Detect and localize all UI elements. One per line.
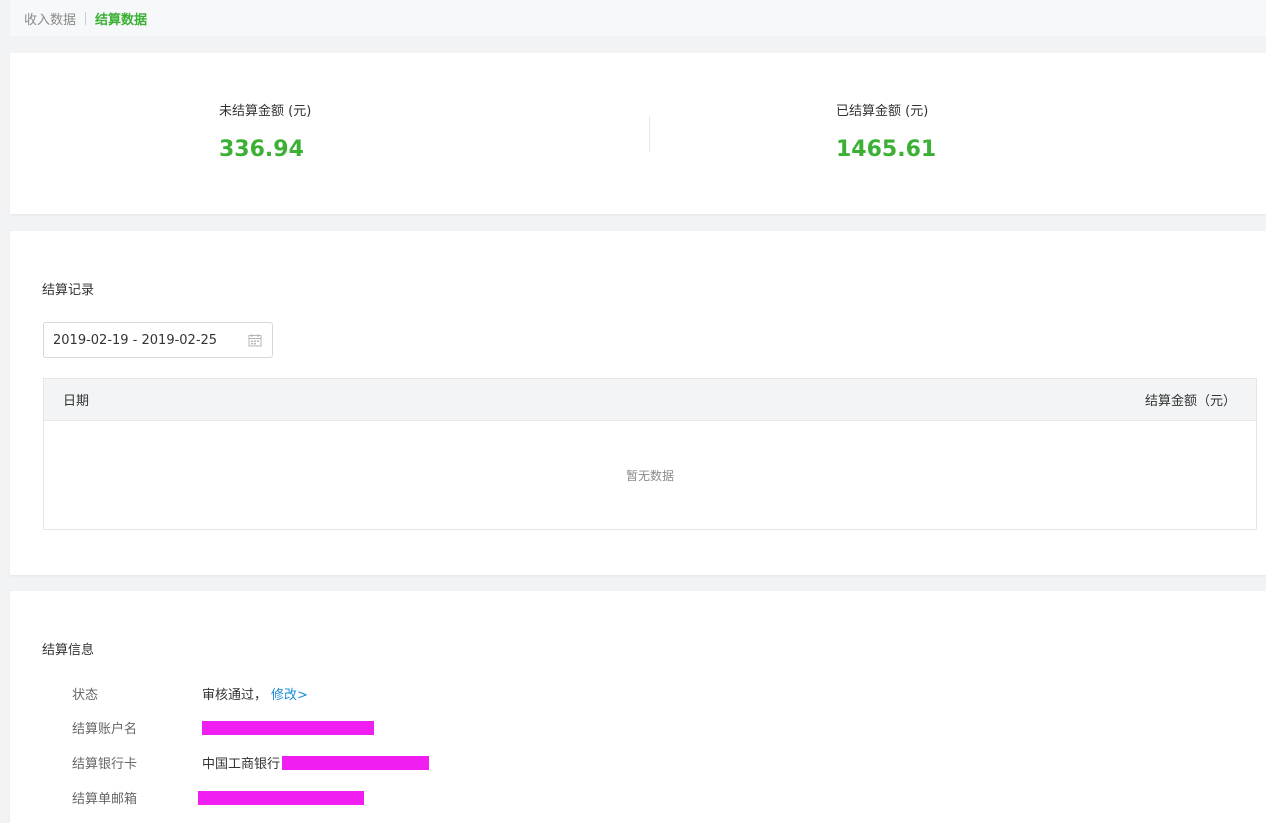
info-row-status: 状态 审核通过， 修改> bbox=[72, 684, 308, 703]
info-row-bank-card: 结算银行卡 中国工商银行 bbox=[72, 753, 430, 772]
info-title: 结算信息 bbox=[42, 643, 95, 658]
settled-amount-stat: 已结算金额 (元) 1465.61 bbox=[836, 100, 936, 162]
unsettled-amount-label: 未结算金额 (元) bbox=[219, 104, 312, 119]
stat-divider bbox=[649, 116, 650, 152]
breadcrumb: 收入数据 结算数据 bbox=[10, 0, 1266, 36]
settled-amount-label: 已结算金额 (元) bbox=[836, 104, 929, 119]
bank-name: 中国工商银行 bbox=[202, 757, 281, 772]
column-header-amount: 结算金额（元） bbox=[1144, 394, 1236, 409]
edit-link[interactable]: 修改> bbox=[271, 684, 308, 703]
bank-card-value-wrap: 中国工商银行 bbox=[202, 753, 430, 772]
status-value: 审核通过， bbox=[202, 688, 268, 703]
breadcrumb-divider bbox=[85, 11, 87, 25]
bank-card-label: 结算银行卡 bbox=[72, 757, 138, 772]
column-header-date: 日期 bbox=[63, 394, 90, 409]
records-title: 结算记录 bbox=[42, 283, 95, 298]
settlement-summary-card: 未结算金额 (元) 336.94 已结算金额 (元) 1465.61 bbox=[10, 53, 1266, 214]
settlement-records-card: 结算记录 2019-02-19 - 2019-02-25 日期 结算金额（元） … bbox=[10, 231, 1266, 575]
settlement-records-table: 日期 结算金额（元） 暂无数据 bbox=[43, 378, 1257, 530]
table-header: 日期 结算金额（元） bbox=[44, 379, 1256, 421]
settlement-info-card: 结算信息 状态 审核通过， 修改> 结算账户名 结算银行卡 中国工商银行 结算单… bbox=[10, 591, 1266, 823]
breadcrumb-settlement-data[interactable]: 结算数据 bbox=[95, 9, 147, 28]
date-range-value: 2019-02-19 - 2019-02-25 bbox=[53, 332, 218, 348]
unsettled-amount-value: 336.94 bbox=[219, 137, 304, 162]
account-name-value bbox=[202, 720, 374, 735]
email-label: 结算单邮箱 bbox=[72, 792, 138, 807]
info-row-account-name: 结算账户名 bbox=[72, 718, 374, 737]
status-value-wrap: 审核通过， 修改> bbox=[202, 684, 308, 703]
account-name-label: 结算账户名 bbox=[72, 722, 138, 737]
breadcrumb-income-data[interactable]: 收入数据 bbox=[24, 9, 76, 28]
email-value bbox=[198, 790, 364, 805]
unsettled-amount-stat: 未结算金额 (元) 336.94 bbox=[219, 100, 311, 162]
info-row-email: 结算单邮箱 bbox=[72, 788, 364, 807]
calendar-icon bbox=[248, 334, 262, 347]
date-range-picker[interactable]: 2019-02-19 - 2019-02-25 bbox=[43, 322, 273, 358]
redacted-card-number bbox=[282, 755, 430, 770]
redacted-account-name bbox=[202, 720, 374, 735]
empty-state-text: 暂无数据 bbox=[625, 469, 674, 483]
redacted-email bbox=[198, 790, 364, 805]
settled-amount-value: 1465.61 bbox=[836, 137, 937, 162]
status-label: 状态 bbox=[72, 688, 99, 703]
